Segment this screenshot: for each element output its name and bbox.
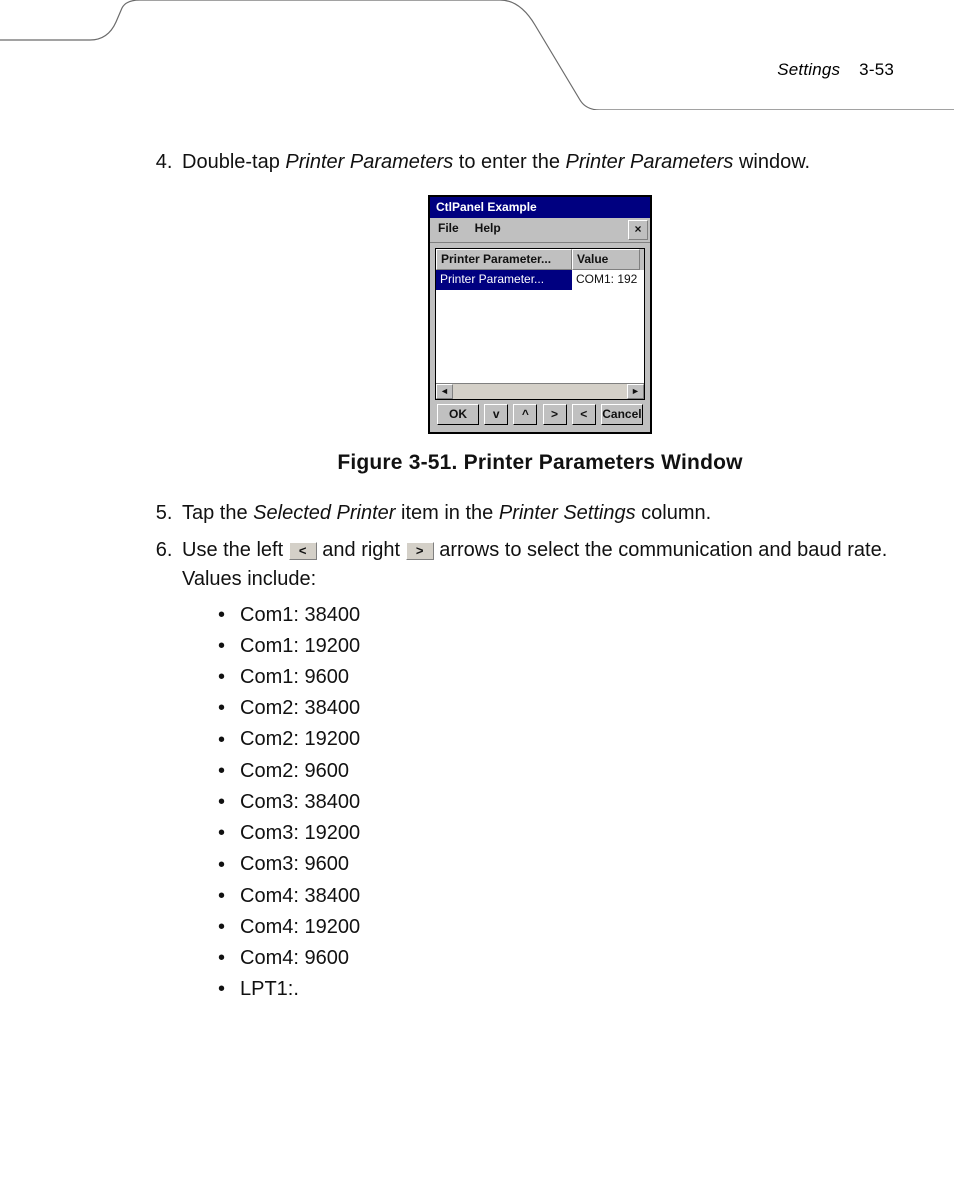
- ctlpanel-window: CtlPanel Example File Help × Printer Par…: [428, 195, 652, 434]
- step-6-text-2: and right: [317, 539, 406, 561]
- down-button[interactable]: v: [484, 404, 508, 425]
- step-5-text: Tap the: [182, 502, 253, 524]
- values-list: Com1: 38400 Com1: 19200 Com1: 9600 Com2:…: [218, 600, 898, 1006]
- prev-button[interactable]: <: [572, 404, 596, 425]
- page-header: Settings 3-53: [777, 60, 894, 80]
- th-value[interactable]: Value: [572, 249, 640, 270]
- next-button[interactable]: >: [543, 404, 567, 425]
- step-6-text: Use the left: [182, 539, 289, 561]
- th-parameter[interactable]: Printer Parameter...: [436, 249, 572, 270]
- step-5-em-1: Selected Printer: [253, 502, 395, 524]
- list-item: Com2: 9600: [218, 756, 898, 787]
- step-5-text-3: column.: [636, 502, 712, 524]
- list-item: Com1: 38400: [218, 600, 898, 631]
- header-section-label: Settings: [777, 60, 840, 79]
- list-item: Com2: 19200: [218, 724, 898, 755]
- page-tab-outline: [0, 0, 954, 110]
- step-5-em-2: Printer Settings: [499, 502, 636, 524]
- list-item: Com3: 9600: [218, 849, 898, 880]
- figure-caption: Figure 3-51. Printer Parameters Window: [182, 448, 898, 478]
- list-item: Com1: 19200: [218, 631, 898, 662]
- ok-button[interactable]: OK: [437, 404, 479, 425]
- scroll-track[interactable]: [453, 384, 627, 399]
- list-item: Com3: 19200: [218, 818, 898, 849]
- ctlpanel-menubar: File Help ×: [430, 218, 650, 242]
- step-5: Tap the Selected Printer item in the Pri…: [178, 499, 898, 528]
- step-4: Double-tap Printer Parameters to enter t…: [178, 148, 898, 479]
- up-button[interactable]: ^: [513, 404, 537, 425]
- cell-parameter: Printer Parameter...: [436, 270, 572, 289]
- cancel-button[interactable]: Cancel: [601, 404, 643, 425]
- menu-file[interactable]: File: [430, 218, 467, 241]
- step-4-text-2: to enter the: [453, 151, 565, 173]
- header-page-number: 3-53: [859, 60, 894, 79]
- table-row[interactable]: Printer Parameter... COM1: 192: [436, 270, 644, 289]
- scroll-left-button[interactable]: ◄: [436, 384, 453, 399]
- list-item: Com4: 19200: [218, 912, 898, 943]
- scroll-right-button[interactable]: ►: [627, 384, 644, 399]
- step-6: Use the left < and right > arrows to sel…: [178, 536, 898, 1006]
- list-item: Com4: 38400: [218, 881, 898, 912]
- list-item: Com1: 9600: [218, 662, 898, 693]
- step-4-text: Double-tap: [182, 151, 285, 173]
- step-4-em-2: Printer Parameters: [566, 151, 734, 173]
- cell-value: COM1: 192: [572, 270, 640, 289]
- ctlpanel-table: Printer Parameter... Value Printer Param…: [435, 248, 645, 400]
- list-item: Com4: 9600: [218, 943, 898, 974]
- step-4-em-1: Printer Parameters: [285, 151, 453, 173]
- step-4-text-3: window.: [733, 151, 810, 173]
- list-item: LPT1:.: [218, 974, 898, 1005]
- ctlpanel-title: CtlPanel Example: [430, 197, 650, 218]
- close-button[interactable]: ×: [628, 220, 648, 239]
- left-arrow-key-icon: <: [289, 542, 317, 560]
- right-arrow-key-icon: >: [406, 542, 434, 560]
- hscrollbar[interactable]: ◄ ►: [436, 383, 644, 399]
- list-item: Com2: 38400: [218, 693, 898, 724]
- step-5-text-2: item in the: [395, 502, 498, 524]
- menu-help[interactable]: Help: [467, 218, 509, 241]
- list-item: Com3: 38400: [218, 787, 898, 818]
